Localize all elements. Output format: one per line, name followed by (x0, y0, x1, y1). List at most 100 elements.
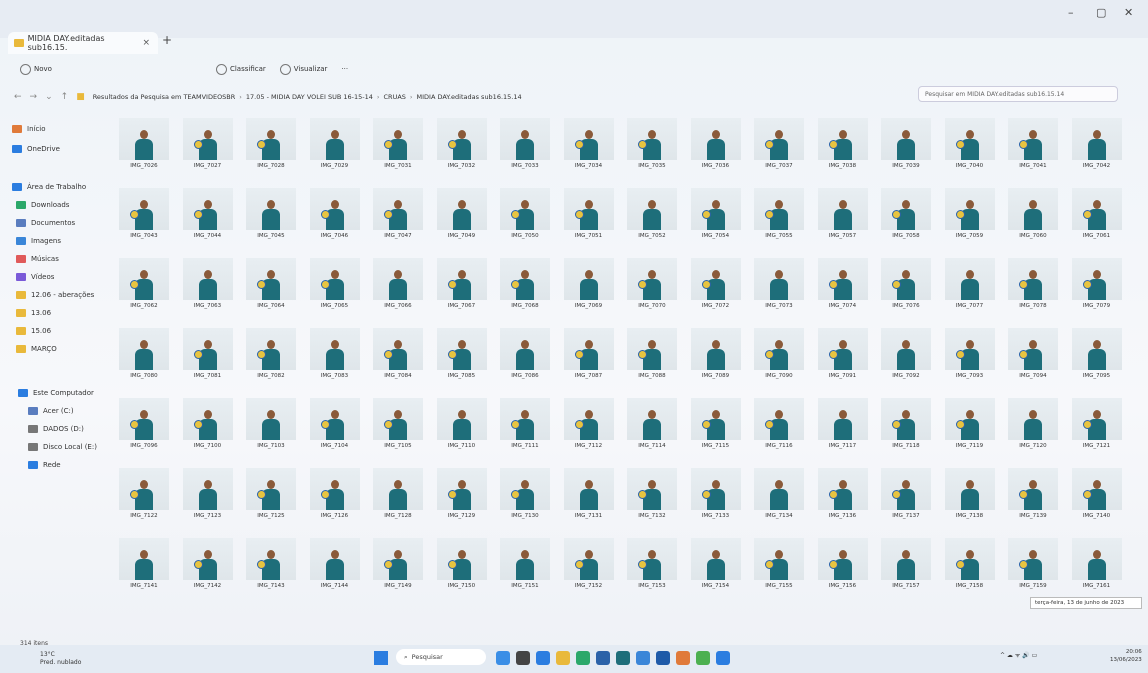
clock[interactable]: 20:06 13/06/2023 (1110, 648, 1142, 664)
file-item[interactable]: IMG_7161 (1067, 538, 1127, 589)
file-item[interactable]: IMG_7122 (114, 468, 174, 519)
file-item[interactable]: IMG_7036 (686, 118, 746, 169)
file-item[interactable]: IMG_7033 (495, 118, 555, 169)
file-item[interactable]: IMG_7153 (622, 538, 682, 589)
taskbar-app-icon[interactable] (556, 651, 570, 665)
file-item[interactable]: IMG_7150 (432, 538, 492, 589)
maximize-button[interactable]: ▢ (1096, 6, 1106, 19)
file-item[interactable]: IMG_7027 (178, 118, 238, 169)
taskbar-app-icon[interactable] (616, 651, 630, 665)
taskbar-app-icon[interactable] (516, 651, 530, 665)
sidebar-item[interactable]: 15.06 (16, 322, 51, 339)
file-item[interactable]: IMG_7039 (876, 118, 936, 169)
file-item[interactable]: IMG_7054 (686, 188, 746, 239)
file-item[interactable]: IMG_7037 (749, 118, 809, 169)
file-item[interactable]: IMG_7077 (940, 258, 1000, 309)
file-item[interactable]: IMG_7093 (940, 328, 1000, 379)
file-item[interactable]: IMG_7119 (940, 398, 1000, 449)
taskbar-app-icon[interactable] (596, 651, 610, 665)
file-item[interactable]: IMG_7149 (368, 538, 428, 589)
taskbar-app-icon[interactable] (536, 651, 550, 665)
taskbar-app-icon[interactable] (576, 651, 590, 665)
file-item[interactable]: IMG_7100 (178, 398, 238, 449)
file-item[interactable]: IMG_7061 (1067, 188, 1127, 239)
file-item[interactable]: IMG_7110 (432, 398, 492, 449)
file-item[interactable]: IMG_7067 (432, 258, 492, 309)
sidebar-item[interactable]: Imagens (16, 232, 61, 249)
file-item[interactable]: IMG_7154 (686, 538, 746, 589)
close-button[interactable]: ✕ (1124, 6, 1133, 19)
file-item[interactable]: IMG_7117 (813, 398, 873, 449)
sidebar-item[interactable]: 12.06 - aberações (16, 286, 94, 303)
file-item[interactable]: IMG_7152 (559, 538, 619, 589)
file-item[interactable]: IMG_7158 (940, 538, 1000, 589)
file-item[interactable]: IMG_7072 (686, 258, 746, 309)
sidebar-item[interactable]: Área de Trabalho (12, 178, 86, 195)
sidebar-item[interactable]: Vídeos (16, 268, 54, 285)
file-item[interactable]: IMG_7115 (686, 398, 746, 449)
file-item[interactable]: IMG_7138 (940, 468, 1000, 519)
file-item[interactable]: IMG_7068 (495, 258, 555, 309)
file-item[interactable]: IMG_7080 (114, 328, 174, 379)
file-item[interactable]: IMG_7079 (1067, 258, 1127, 309)
back-icon[interactable]: ← (14, 92, 22, 102)
file-item[interactable]: IMG_7066 (368, 258, 428, 309)
file-item[interactable]: IMG_7076 (876, 258, 936, 309)
file-item[interactable]: IMG_7156 (813, 538, 873, 589)
file-item[interactable]: IMG_7057 (813, 188, 873, 239)
file-item[interactable]: IMG_7094 (1003, 328, 1063, 379)
sidebar-item[interactable]: Acer (C:) (28, 402, 74, 419)
file-item[interactable]: IMG_7078 (1003, 258, 1063, 309)
file-item[interactable]: IMG_7105 (368, 398, 428, 449)
file-item[interactable]: IMG_7083 (305, 328, 365, 379)
file-item[interactable]: IMG_7026 (114, 118, 174, 169)
search-input[interactable]: Pesquisar em MIDIA DAY.editadas sub16.15… (918, 86, 1118, 102)
file-item[interactable]: IMG_7114 (622, 398, 682, 449)
file-item[interactable]: IMG_7058 (876, 188, 936, 239)
file-item[interactable]: IMG_7140 (1067, 468, 1127, 519)
file-item[interactable]: IMG_7136 (813, 468, 873, 519)
new-button[interactable]: Novo (20, 63, 52, 75)
file-item[interactable]: IMG_7032 (432, 118, 492, 169)
file-item[interactable]: IMG_7046 (305, 188, 365, 239)
file-item[interactable]: IMG_7089 (686, 328, 746, 379)
sidebar-item[interactable]: Documentos (16, 214, 75, 231)
file-item[interactable]: IMG_7088 (622, 328, 682, 379)
file-item[interactable]: IMG_7126 (305, 468, 365, 519)
file-item[interactable]: IMG_7044 (178, 188, 238, 239)
minimize-button[interactable]: – (1068, 6, 1074, 19)
file-item[interactable]: IMG_7123 (178, 468, 238, 519)
sidebar-item[interactable]: DADOS (D:) (28, 420, 84, 437)
taskbar-app-icon[interactable] (696, 651, 710, 665)
file-item[interactable]: IMG_7028 (241, 118, 301, 169)
file-item[interactable]: IMG_7139 (1003, 468, 1063, 519)
file-item[interactable]: IMG_7050 (495, 188, 555, 239)
start-button[interactable] (374, 651, 388, 665)
file-item[interactable]: IMG_7084 (368, 328, 428, 379)
file-item[interactable]: IMG_7112 (559, 398, 619, 449)
taskbar-app-icon[interactable] (656, 651, 670, 665)
chevron-down-icon[interactable]: ⌄ (45, 92, 53, 102)
file-item[interactable]: IMG_7038 (813, 118, 873, 169)
file-item[interactable]: IMG_7091 (813, 328, 873, 379)
taskbar-app-icon[interactable] (676, 651, 690, 665)
file-item[interactable]: IMG_7137 (876, 468, 936, 519)
sidebar-item[interactable]: Este Computador (18, 384, 94, 401)
forward-icon[interactable]: → (30, 92, 38, 102)
file-item[interactable]: IMG_7121 (1067, 398, 1127, 449)
breadcrumb-item[interactable]: MIDIA DAY.editadas sub16.15.14 (417, 93, 522, 101)
file-item[interactable]: IMG_7040 (940, 118, 1000, 169)
file-item[interactable]: IMG_7116 (749, 398, 809, 449)
file-item[interactable]: IMG_7045 (241, 188, 301, 239)
breadcrumb-item[interactable]: CRUAS (384, 93, 406, 101)
file-item[interactable]: IMG_7052 (622, 188, 682, 239)
file-item[interactable]: IMG_7029 (305, 118, 365, 169)
file-item[interactable]: IMG_7133 (686, 468, 746, 519)
file-item[interactable]: IMG_7085 (432, 328, 492, 379)
sidebar-item[interactable]: Downloads (16, 196, 69, 213)
taskbar-app-icon[interactable] (716, 651, 730, 665)
file-item[interactable]: IMG_7041 (1003, 118, 1063, 169)
sidebar-item[interactable]: MARÇO (16, 340, 57, 357)
file-item[interactable]: IMG_7073 (749, 258, 809, 309)
sort-button[interactable]: Classificar (215, 63, 266, 75)
